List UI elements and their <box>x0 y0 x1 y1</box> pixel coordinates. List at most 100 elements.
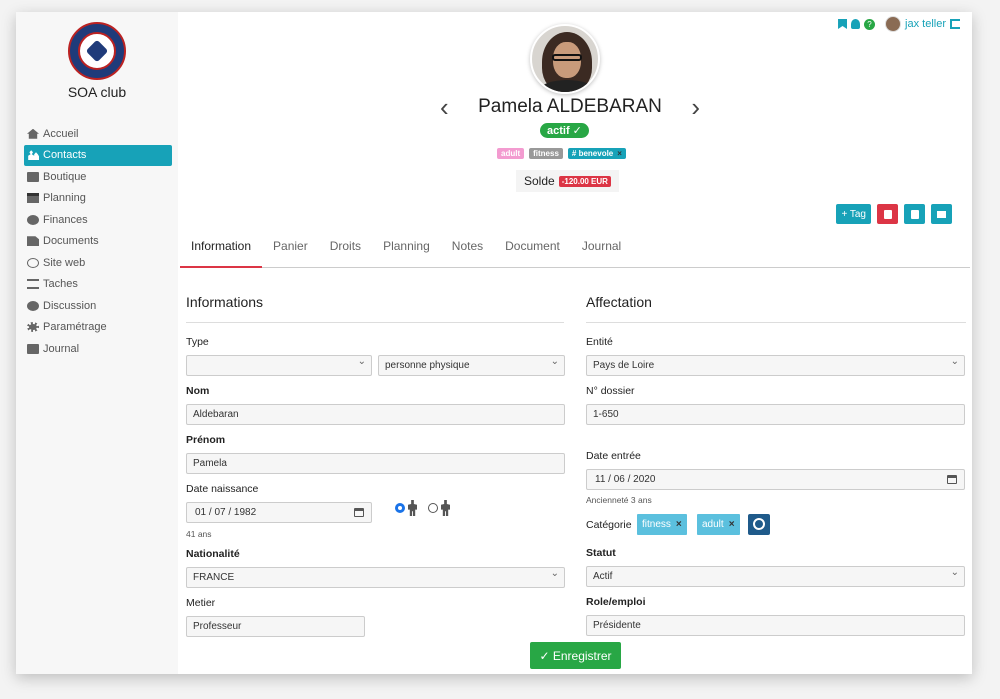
sidebar-item-label: Boutique <box>43 170 87 183</box>
sidebar-item-label: Accueil <box>43 127 79 140</box>
date-entree-field[interactable]: 11 / 06 / 2020 <box>586 469 965 490</box>
date-naissance-label: Date naissance <box>186 483 259 495</box>
sidebar-item-label: Site web <box>43 256 86 269</box>
user-name[interactable]: jax teller <box>905 18 946 30</box>
tab-notes[interactable]: Notes <box>441 234 494 267</box>
tab-droits[interactable]: Droits <box>319 234 372 267</box>
sidebar-item-label: Journal <box>43 342 80 355</box>
sidebar-item-boutique[interactable]: Boutique <box>24 166 172 188</box>
tab-panier[interactable]: Panier <box>262 234 319 267</box>
remove-chip-icon[interactable]: × <box>729 519 735 530</box>
remove-tag-icon[interactable]: × <box>617 149 622 158</box>
role-label: Role/emploi <box>586 596 646 608</box>
tag-benevole[interactable]: # benevole × <box>567 148 626 159</box>
tab-document[interactable]: Document <box>494 234 571 267</box>
type-select[interactable] <box>186 355 372 376</box>
tag-fitness[interactable]: fitness <box>529 148 563 159</box>
gender-male-radio[interactable] <box>395 503 405 513</box>
tab-planning[interactable]: Planning <box>372 234 441 267</box>
category-chip-adult[interactable]: adult × <box>697 514 740 535</box>
envelope-icon <box>937 210 946 218</box>
dollar-icon <box>27 300 39 311</box>
globe-icon <box>27 257 39 268</box>
duplicate-button[interactable] <box>904 204 925 224</box>
prenom-label: Prénom <box>186 434 226 446</box>
save-button[interactable]: ✓ Enregistrer <box>530 642 621 669</box>
next-contact-button[interactable]: › <box>691 94 700 120</box>
tag-list: adult fitness # benevole × <box>497 148 626 159</box>
sidebar-item-documents[interactable]: Documents <box>24 231 172 253</box>
remove-chip-icon[interactable]: × <box>676 519 682 530</box>
dossier-field[interactable]: 1-650 <box>586 404 965 425</box>
tag-label: # benevole <box>571 149 614 158</box>
sidebar-item-accueil[interactable]: Accueil <box>24 123 172 145</box>
status-badge: actif ✓ <box>540 123 589 138</box>
bell-icon[interactable] <box>851 19 861 29</box>
chip-label: adult <box>702 519 724 530</box>
role-field[interactable]: Présidente <box>586 615 965 636</box>
category-chip-fitness[interactable]: fitness × <box>637 514 687 535</box>
sidebar-item-label: Discussion <box>43 299 97 312</box>
previous-contact-button[interactable]: ‹ <box>440 94 449 120</box>
tab-information[interactable]: Information <box>180 234 263 268</box>
calendar-icon[interactable] <box>354 508 364 517</box>
calendar-icon[interactable] <box>947 475 957 484</box>
user-avatar[interactable] <box>885 16 902 32</box>
logout-icon[interactable] <box>950 19 960 29</box>
sidebar-item-journal[interactable]: Journal <box>24 338 172 360</box>
sidebar-item-label: Contacts <box>43 149 87 162</box>
gear-icon <box>27 322 39 333</box>
informations-title: Informations <box>186 294 264 310</box>
balance-value: -120.00 EUR <box>558 175 611 187</box>
anciennete-text: Ancienneté 3 ans <box>586 495 652 505</box>
nationalite-select[interactable]: FRANCE <box>186 567 565 588</box>
list-icon <box>27 279 39 290</box>
metier-field[interactable]: Professeur <box>186 616 365 637</box>
date-entree-label: Date entrée <box>586 450 641 462</box>
divider <box>186 322 564 323</box>
email-button[interactable] <box>931 204 952 224</box>
help-icon[interactable]: ? <box>864 18 876 30</box>
prenom-field[interactable]: Pamela <box>186 453 565 474</box>
nom-label: Nom <box>186 385 210 397</box>
sidebar-item-contacts[interactable]: Contacts <box>24 144 172 166</box>
delete-button[interactable] <box>877 204 898 224</box>
female-icon <box>441 500 450 516</box>
tag-adult[interactable]: adult <box>497 148 525 159</box>
app-window: SOA club Accueil Contacts Boutique Plann… <box>16 12 972 674</box>
club-logo[interactable] <box>68 22 126 80</box>
category-search-button[interactable] <box>748 514 770 535</box>
bookmark-icon[interactable] <box>838 19 848 29</box>
tab-journal[interactable]: Journal <box>571 234 632 267</box>
book-icon <box>27 343 39 354</box>
nom-field[interactable]: Aldebaran <box>186 404 565 425</box>
sidebar-item-discussion[interactable]: Discussion <box>24 295 172 317</box>
sidebar-item-label: Finances <box>43 213 88 226</box>
document-icon <box>27 236 39 247</box>
date-naissance-field[interactable]: 01 / 07 / 1982 <box>186 502 372 523</box>
statut-label: Statut <box>586 547 616 559</box>
balance-label: Solde <box>524 174 555 188</box>
sidebar-item-finances[interactable]: Finances <box>24 209 172 231</box>
entite-select[interactable]: Pays de Loire <box>586 355 965 376</box>
affectation-title: Affectation <box>586 294 652 310</box>
profile-header: ‹ Pamela ALDEBARAN › <box>440 94 700 120</box>
categorie-label: Catégorie <box>586 519 632 531</box>
statut-select[interactable]: Actif <box>586 566 965 587</box>
sidebar-item-planning[interactable]: Planning <box>24 188 172 210</box>
piggy-bank-icon <box>27 214 39 225</box>
person-type-select[interactable]: personne physique <box>378 355 565 376</box>
divider <box>586 322 966 323</box>
date-naissance-value: 01 / 07 / 1982 <box>195 507 257 518</box>
sidebar-item-site-web[interactable]: Site web <box>24 252 172 274</box>
user-toolbar: ? jax teller <box>838 16 960 32</box>
copy-icon <box>910 209 919 219</box>
balance: Solde -120.00 EUR <box>516 170 619 192</box>
sidebar-nav: Accueil Contacts Boutique Planning Finan… <box>24 123 172 360</box>
gender-female-radio[interactable] <box>428 503 438 513</box>
add-tag-button[interactable]: + Tag <box>836 204 871 224</box>
sidebar-item-taches[interactable]: Taches <box>24 274 172 296</box>
type-label: Type <box>186 336 209 348</box>
sidebar-item-parametrage[interactable]: Paramétrage <box>24 317 172 339</box>
home-icon <box>27 128 39 139</box>
